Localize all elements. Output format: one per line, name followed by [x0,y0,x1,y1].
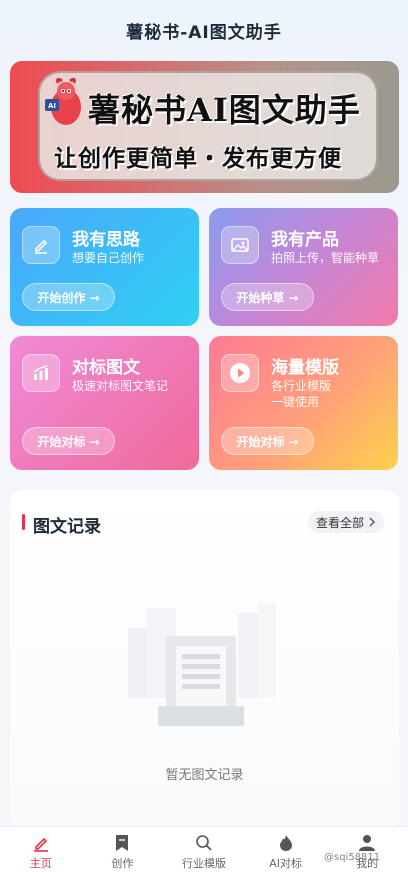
card-subtitle-line2: 一键使用 [271,395,320,409]
empty-state-text: 暂无图文记录 [165,768,244,783]
card-subtitle: 极速对标图文笔记 [72,379,169,393]
search-icon [194,833,214,853]
view-all-label: 查看全部 [315,515,364,530]
page-title: 薯秘书-AI图文助手 [126,22,282,43]
section-accent-bar [22,514,25,530]
card-subtitle: 想要自己创作 [72,251,145,265]
tab-home[interactable]: 主页 [0,827,82,873]
card-have-product[interactable]: 我有产品 拍照上传，智能种草 开始种草 → [209,208,398,326]
tab-profile[interactable]: 我的 [326,827,408,873]
banner-headline: 薯秘书AI图文助手 [88,91,361,129]
card-title: 对标图文 [72,358,140,378]
records-title: 图文记录 [33,517,101,537]
bottom-tabbar: 主页 创作 行业模版 AI对标 我的 [0,826,408,873]
banner-tagline: 让创作更简单・发布更方便 [54,145,342,172]
play-icon [221,354,259,392]
records-panel: 图文记录 查看全部 暂无图文记录 [10,490,399,830]
tab-label: 创作 [111,857,134,870]
watermark-text: @sqi58811 [324,852,381,863]
card-benchmark[interactable]: 对标图文 极速对标图文笔记 开始对标 → [10,336,199,470]
start-seeding-button[interactable]: 开始种草 → [221,283,314,311]
image-icon [221,226,259,264]
start-template-button[interactable]: 开始对标 → [221,427,314,455]
app-header: 薯秘书-AI图文助手 [0,0,408,60]
start-create-button[interactable]: 开始创作 → [22,283,115,311]
fire-icon [276,833,296,853]
mascot-badge: AI [48,102,56,110]
tab-label: 行业模版 [181,857,226,870]
tab-label: 主页 [29,857,52,870]
chart-icon [22,354,60,392]
pencil-icon [22,226,60,264]
chevron-right-icon [369,517,375,527]
card-title: 海量模版 [271,358,339,378]
tab-ai-benchmark[interactable]: AI对标 [245,827,327,873]
promo-banner[interactable]: AI 薯秘书AI图文助手 让创作更简单・发布更方便 [10,61,399,193]
card-title: 我有思路 [72,230,140,250]
tab-templates[interactable]: 行业模版 [163,827,245,873]
card-title: 我有产品 [271,230,339,250]
card-templates[interactable]: 海量模版 各行业模版 一键使用 开始对标 → [209,336,398,470]
home-icon [31,833,51,853]
card-subtitle: 各行业模版 一键使用 [271,378,331,410]
empty-document-icon [128,603,276,726]
card-subtitle-line1: 各行业模版 [271,379,332,393]
start-benchmark-button[interactable]: 开始对标 → [22,427,115,455]
user-icon [357,833,377,853]
card-subtitle: 拍照上传，智能种草 [271,251,380,265]
mascot-icon: AI [45,77,81,125]
tab-label: AI对标 [269,857,302,870]
view-all-button[interactable]: 查看全部 [308,511,384,533]
tab-create[interactable]: 创作 [82,827,164,873]
card-have-idea[interactable]: 我有思路 想要自己创作 开始创作 → [10,208,199,326]
bookmark-icon [112,833,132,853]
